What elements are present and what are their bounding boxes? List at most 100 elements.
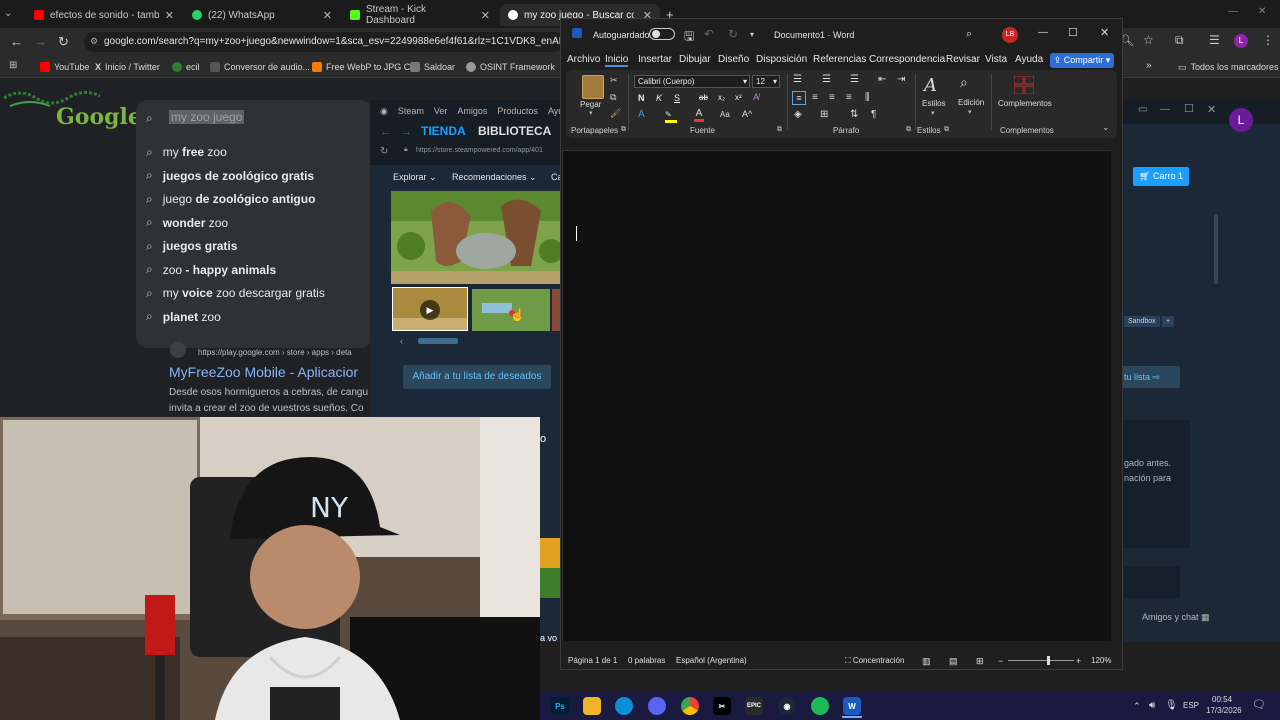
increase-indent-icon[interactable]: ⇥ xyxy=(897,74,905,85)
print-layout-icon[interactable]: ▤ xyxy=(949,656,958,667)
decrease-indent-icon[interactable]: ⇤ xyxy=(878,74,886,85)
dialog-launcher-icon[interactable]: ⧉ xyxy=(621,126,626,134)
result-title-link[interactable]: MyFreeZoo Mobile - Aplicacior xyxy=(169,364,358,380)
tab-dibujar[interactable]: Dibujar xyxy=(679,54,711,65)
reload-icon[interactable]: ↻ xyxy=(58,34,69,50)
discord-icon[interactable] xyxy=(648,697,666,715)
tab-insertar[interactable]: Insertar xyxy=(638,54,672,65)
tab-diseno[interactable]: Diseño xyxy=(718,54,749,65)
steam-icon[interactable]: ◉ xyxy=(778,697,796,715)
word-taskbar-icon[interactable]: W xyxy=(843,697,861,715)
edge-icon[interactable] xyxy=(615,697,633,715)
status-page[interactable]: Página 1 de 1 xyxy=(568,656,617,665)
styles-button[interactable]: Estilos xyxy=(922,99,946,108)
carousel-scrollbar[interactable] xyxy=(418,338,458,344)
editing-search-icon[interactable]: ⌕ xyxy=(960,74,968,91)
cut-icon[interactable]: ✂ xyxy=(610,75,618,86)
italic-button[interactable]: K xyxy=(656,93,662,103)
word-maximize-icon[interactable]: ☐ xyxy=(1068,26,1078,39)
friends-chat-button[interactable]: Amigos y chat ▦ xyxy=(1142,612,1210,623)
add-to-wishlist-button-right[interactable]: tu lista ⇨ xyxy=(1122,366,1180,388)
nav-explorar[interactable]: Explorar ⌄ xyxy=(393,172,437,183)
add-tag-button[interactable]: + xyxy=(1162,316,1175,327)
undo-icon[interactable]: ↶ xyxy=(704,27,714,41)
screenshot-thumbnail[interactable] xyxy=(552,289,560,331)
status-words[interactable]: 0 palabras xyxy=(628,656,665,665)
web-layout-icon[interactable]: ⊞ xyxy=(976,656,984,667)
tab-revisar[interactable]: Revisar xyxy=(946,54,980,65)
epic-games-icon[interactable]: EPIC xyxy=(745,697,763,715)
zoom-in-icon[interactable]: + xyxy=(1076,656,1081,666)
tab-whatsapp[interactable]: (22) WhatsApp ✕ xyxy=(184,4,340,26)
browser-menu-icon[interactable]: ⋮ xyxy=(1262,33,1274,47)
editing-dropdown-icon[interactable]: ▾ xyxy=(968,108,972,116)
steam-monitor-icon[interactable]: ▭ xyxy=(1138,104,1147,115)
text-effects-icon[interactable]: A xyxy=(638,109,645,120)
zoom-slider-thumb[interactable] xyxy=(1046,656,1050,665)
steam-menu-item[interactable]: Steam xyxy=(398,106,424,117)
bookmark-ecil[interactable]: ecil xyxy=(172,58,200,76)
nav-recomendaciones[interactable]: Recomendaciones ⌄ xyxy=(452,172,537,183)
user-avatar[interactable]: LB xyxy=(1002,27,1018,43)
redo-icon[interactable]: ↻ xyxy=(728,27,738,41)
tab-kick[interactable]: Stream - Kick Dashboard ✕ xyxy=(342,4,498,26)
tray-chevron-icon[interactable]: ⌃ xyxy=(1133,701,1141,712)
clock-date[interactable]: 17/3/2026 xyxy=(1206,706,1242,715)
multilevel-list-icon[interactable]: ☰ xyxy=(850,74,859,85)
bookmark-saldoar[interactable]: Saldoar xyxy=(410,58,455,76)
all-bookmarks[interactable]: ▭ Todos los marcadores xyxy=(1178,58,1279,76)
font-color-icon[interactable]: A xyxy=(694,108,704,122)
bookmark-osint[interactable]: OSINT Framework xyxy=(466,58,555,76)
tab-close-icon[interactable]: ✕ xyxy=(165,9,174,22)
share-button[interactable]: ⇪ Compartir ▾ xyxy=(1050,53,1114,68)
steam-tab-biblioteca[interactable]: BIBLIOTECA xyxy=(478,124,551,138)
clock-time[interactable]: 00:54 xyxy=(1212,695,1232,704)
autosave-toggle[interactable] xyxy=(649,28,675,40)
status-language[interactable]: Español (Argentina) xyxy=(676,656,747,665)
focus-mode-button[interactable]: ⛶ Concentración xyxy=(845,656,904,666)
tab-search-icon[interactable]: ⌄ xyxy=(4,8,12,19)
search-suggestion[interactable]: ⌕ planet zoo xyxy=(146,306,221,328)
bookmark-conversor[interactable]: Conversor de audio... xyxy=(210,58,310,76)
superscript-button[interactable]: x² xyxy=(735,93,742,102)
microphone-icon[interactable]: 🎙︎ xyxy=(1165,700,1178,711)
numbering-icon[interactable]: ☰ xyxy=(822,74,831,85)
chrome-icon[interactable] xyxy=(681,697,699,715)
tab-ayuda[interactable]: Ayuda xyxy=(1015,54,1043,65)
sort-icon[interactable]: ⇅ xyxy=(850,109,858,120)
sidebar-icon[interactable]: ☰ xyxy=(1209,33,1220,47)
search-suggestion[interactable]: ⌕ my voice zoo descargar gratis xyxy=(146,282,325,304)
bookmark-star-icon[interactable]: ☆ xyxy=(1143,33,1154,47)
tab-vista[interactable]: Vista xyxy=(985,54,1007,65)
back-icon[interactable]: ← xyxy=(10,34,23,49)
font-name-select[interactable]: Calibri (Cuerpo) ▾ xyxy=(634,75,750,88)
site-info-icon[interactable]: ⚙ xyxy=(90,36,98,47)
steam-profile-avatar[interactable]: L xyxy=(1229,108,1253,132)
zoom-out-icon[interactable]: − xyxy=(998,656,1003,666)
steam-menu-item[interactable]: Ver xyxy=(434,106,448,117)
zoom-level[interactable]: 120% xyxy=(1091,656,1111,665)
addins-icon[interactable] xyxy=(1014,76,1034,94)
word-search-icon[interactable]: ⌕ xyxy=(966,28,972,41)
change-case-icon[interactable]: Aa xyxy=(720,110,730,119)
google-logo[interactable]: Google xyxy=(56,104,142,130)
word-minimize-icon[interactable]: — xyxy=(1038,27,1048,38)
dialog-launcher-icon[interactable]: ⧉ xyxy=(906,126,911,134)
steam-back-icon[interactable]: ← xyxy=(380,126,391,138)
paste-dropdown-icon[interactable]: ▾ xyxy=(589,109,593,117)
quick-access-menu-icon[interactable]: ▾ xyxy=(750,30,754,39)
steam-maximize-icon[interactable]: ☐ xyxy=(1184,102,1194,115)
carousel-left-icon[interactable]: ‹ xyxy=(400,336,403,346)
align-right-icon[interactable]: ≡ xyxy=(829,92,835,103)
bookmark-youtube[interactable]: YouTube xyxy=(40,58,89,76)
styles-icon[interactable]: A xyxy=(924,75,937,96)
copy-icon[interactable]: ⧉ xyxy=(610,92,616,103)
search-suggestion[interactable]: ⌕ juego de zoológico antiguo xyxy=(146,188,315,210)
steam-forward-icon[interactable]: → xyxy=(401,126,412,138)
grow-font-icon[interactable]: A^ xyxy=(742,109,752,119)
clear-format-icon[interactable]: A̸ xyxy=(753,92,759,102)
columns-icon[interactable]: ⫼ xyxy=(865,92,870,103)
play-icon[interactable]: ▶ xyxy=(420,300,440,320)
capcut-icon[interactable]: ✂ xyxy=(713,697,731,715)
steam-logo-icon[interactable]: ◉ xyxy=(380,106,388,117)
